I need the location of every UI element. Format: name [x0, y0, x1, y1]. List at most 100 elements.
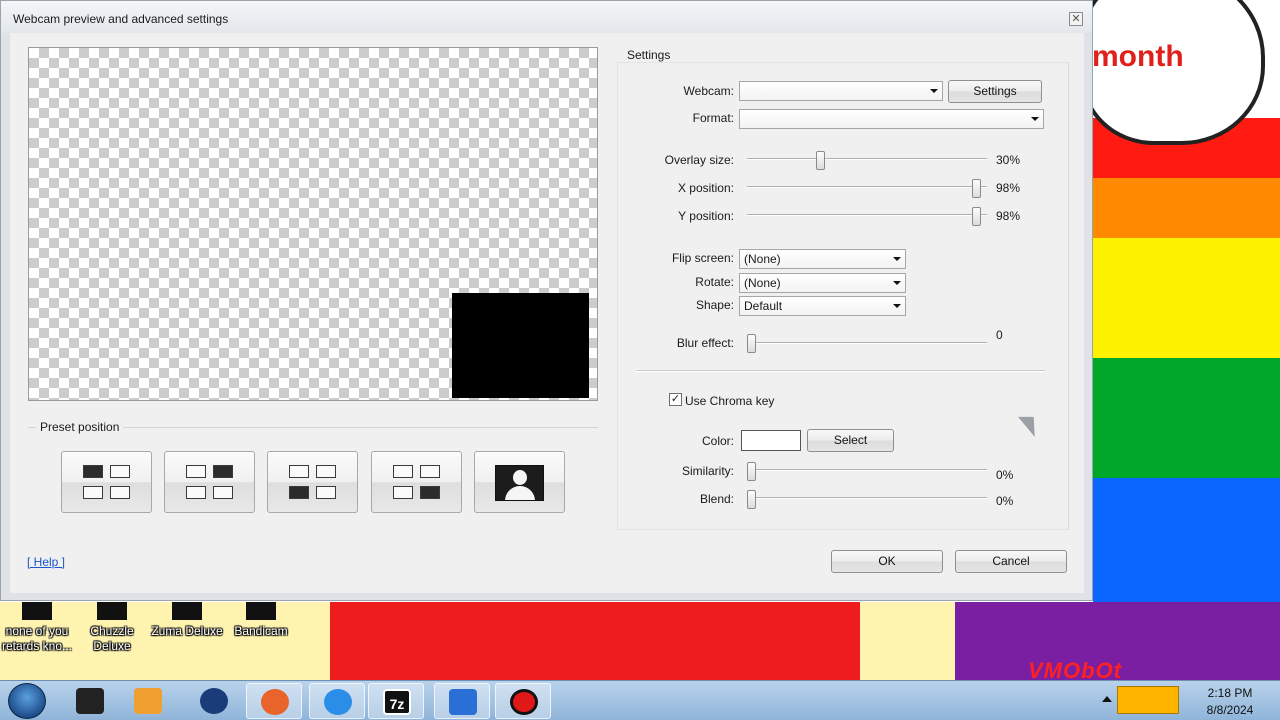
chuzzle-icon — [97, 602, 127, 620]
x-position-label: X position: — [677, 181, 734, 195]
similarity-slider[interactable] — [747, 469, 987, 471]
webcam-overlay-box[interactable] — [452, 293, 589, 398]
internet-explorer-icon — [324, 689, 352, 715]
clock-time[interactable]: 2:18 PM — [1200, 686, 1260, 700]
preset-top-right-button[interactable] — [164, 451, 255, 513]
rainbow-stripe-blue — [1093, 478, 1280, 602]
x-position-slider-thumb[interactable] — [972, 179, 981, 198]
blur-effect-value: 0 — [996, 328, 1003, 342]
chroma-key-label[interactable]: Use Chroma key — [685, 394, 774, 408]
rainbow-stripe-yellow — [1093, 238, 1280, 358]
person-icon — [495, 465, 544, 501]
blur-effect-slider[interactable] — [747, 342, 987, 344]
chevron-down-icon — [893, 304, 901, 308]
overlay-size-value: 30% — [996, 153, 1021, 167]
color-label: Color: — [701, 434, 734, 448]
show-hidden-icons-icon[interactable] — [1102, 696, 1112, 702]
media-player-icon — [134, 688, 162, 714]
dialog-title: Webcam preview and advanced settings — [13, 12, 229, 26]
record-icon — [510, 689, 538, 715]
preset-bottom-left-button[interactable] — [267, 451, 358, 513]
select-color-button[interactable]: Select — [807, 429, 894, 452]
y-position-slider[interactable] — [747, 214, 987, 216]
settings-group-label: Settings — [625, 48, 673, 62]
taskbar-app-dark[interactable] — [62, 683, 118, 719]
7zip-icon: 7z — [383, 689, 411, 715]
title-bar[interactable]: Webcam preview and advanced settings ✕ — [1, 1, 1092, 33]
cancel-button[interactable]: Cancel — [955, 550, 1067, 573]
rotate-select[interactable]: (None) — [739, 273, 906, 293]
y-position-value: 98% — [996, 209, 1021, 223]
blend-slider-thumb[interactable] — [747, 490, 756, 509]
blend-value: 0% — [996, 494, 1014, 508]
bandicam-icon — [246, 602, 276, 620]
format-select[interactable] — [739, 109, 1044, 129]
color-swatch[interactable] — [741, 430, 801, 451]
globe-icon — [200, 688, 228, 714]
preset-bottom-right-button[interactable] — [371, 451, 462, 513]
firefox-icon — [261, 689, 289, 715]
webcam-settings-button[interactable]: Settings — [948, 80, 1042, 103]
taskbar-app-globe[interactable] — [186, 683, 242, 719]
chroma-key-checkbox[interactable]: ✓ — [669, 393, 682, 406]
y-position-slider-thumb[interactable] — [972, 207, 981, 226]
shape-label: Shape: — [695, 298, 734, 312]
desktop-icon-none-of-you[interactable]: none of you retards kno... — [0, 602, 77, 654]
rainbow-stripe-orange — [1093, 178, 1280, 238]
chevron-down-icon — [1031, 117, 1039, 121]
close-button[interactable]: ✕ — [1069, 12, 1083, 26]
start-button[interactable] — [8, 683, 46, 719]
flip-screen-label: Flip screen: — [671, 251, 734, 265]
blur-effect-slider-thumb[interactable] — [747, 334, 756, 353]
blur-effect-label: Blur effect: — [676, 336, 734, 350]
layout-bottom-left-icon — [289, 465, 337, 501]
similarity-slider-thumb[interactable] — [747, 462, 756, 481]
play-icon — [449, 689, 477, 715]
rainbow-stripe-green — [1093, 358, 1280, 478]
layout-top-left-icon — [83, 465, 131, 501]
chevron-down-icon — [893, 281, 901, 285]
webcam-preview-area — [28, 47, 598, 401]
cloud-text: month — [1092, 40, 1184, 73]
file-icon — [22, 602, 52, 620]
preset-top-left-button[interactable] — [61, 451, 152, 513]
preset-position-label: Preset position — [36, 420, 124, 434]
webcam-select[interactable] — [739, 81, 943, 101]
tray-icons[interactable] — [1117, 686, 1179, 714]
desktop-icon-bandicam[interactable]: Bandicam — [221, 602, 301, 639]
overlay-size-label: Overlay size: — [664, 153, 734, 167]
app-dark-icon — [76, 688, 104, 714]
shape-select[interactable]: Default — [739, 296, 906, 316]
taskbar-app-ie[interactable] — [309, 683, 365, 719]
blend-label: Blend: — [699, 492, 734, 506]
taskbar-app-player[interactable] — [434, 683, 490, 719]
taskbar-app-firefox[interactable] — [246, 683, 302, 719]
zuma-icon — [172, 602, 202, 620]
overlay-size-slider[interactable] — [747, 158, 987, 160]
desktop-icon-chuzzle[interactable]: Chuzzle Deluxe — [72, 602, 152, 654]
ok-button[interactable]: OK — [831, 550, 943, 573]
taskbar-app-7zip[interactable]: 7z — [368, 683, 424, 719]
chevron-down-icon — [893, 257, 901, 261]
x-position-value: 98% — [996, 181, 1021, 195]
x-position-slider[interactable] — [747, 186, 987, 188]
rotate-label: Rotate: — [695, 275, 734, 289]
taskbar-app-media[interactable] — [120, 683, 176, 719]
taskbar-app-bandicam[interactable] — [495, 683, 551, 719]
y-position-label: Y position: — [678, 209, 734, 223]
blend-slider[interactable] — [747, 497, 987, 499]
preset-fullscreen-button[interactable] — [474, 451, 565, 513]
close-icon: ✕ — [1071, 13, 1081, 25]
format-label: Format: — [692, 111, 734, 125]
taskbar: 7z 2:18 PM 8/8/2024 — [0, 680, 1280, 720]
layout-bottom-right-icon — [393, 465, 441, 501]
wallpaper-graffiti-text: VMObOt — [1028, 658, 1122, 680]
similarity-value: 0% — [996, 468, 1014, 482]
similarity-label: Similarity: — [681, 464, 734, 478]
clock-date[interactable]: 8/8/2024 — [1200, 703, 1260, 717]
flip-screen-select[interactable]: (None) — [739, 249, 906, 269]
help-link[interactable]: [ Help ] — [27, 555, 65, 569]
desktop-icon-zuma[interactable]: Zuma Deluxe — [147, 602, 227, 639]
webcam-label: Webcam: — [683, 84, 734, 98]
overlay-size-slider-thumb[interactable] — [816, 151, 825, 170]
